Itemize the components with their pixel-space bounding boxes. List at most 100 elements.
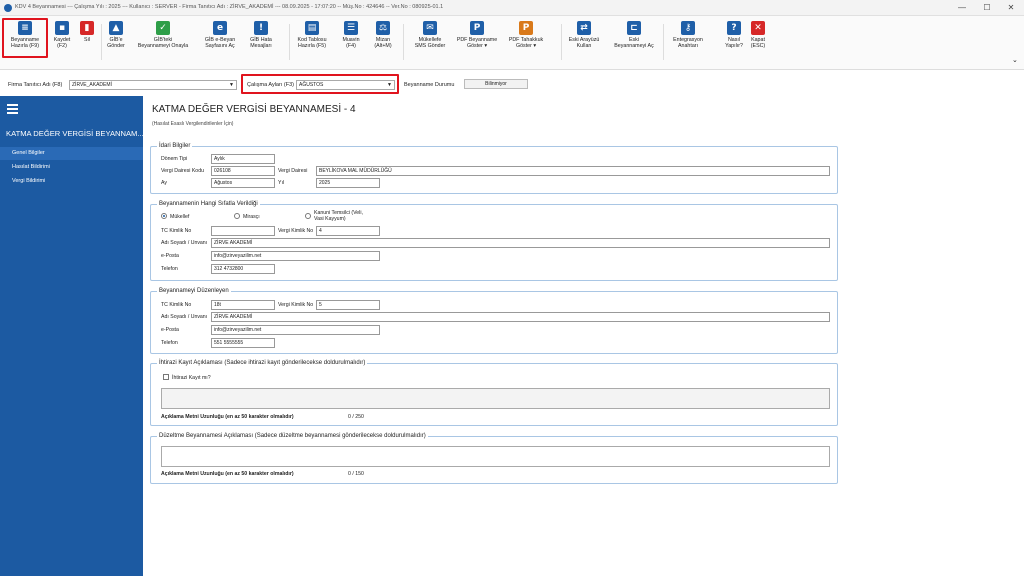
ribbon-button-label: Entegrasyon Anahtarı xyxy=(673,37,703,50)
ay-field[interactable]: Ağustos xyxy=(211,178,275,188)
pdf-icon: P xyxy=(470,21,484,35)
pdf-button[interactable]: P PDF Beyanname Göster ▾ xyxy=(454,19,500,65)
ribbon-button-label: PDF Beyanname Göster ▾ xyxy=(456,37,498,50)
ad-field[interactable]: ZİRVE AKADEMİ xyxy=(211,312,830,322)
mukellef-radio[interactable] xyxy=(161,213,167,219)
ribbon-button-label: Eski Beyannameyi Aç xyxy=(614,37,654,50)
duzenleyen-group: Beyannameyi Düzenleyen TC Kimlik No 18t … xyxy=(150,288,838,354)
sidebar-item-hasilat-bildirimi[interactable]: Hasılat Bildirimi xyxy=(0,161,143,174)
close-red-icon: ✕ xyxy=(751,21,765,35)
ribbon-toolbar: ⌄ ≡ Beyanname Hazırla (F9) ▪ Kaydet (F2) ▮ Si… xyxy=(0,16,1024,70)
pdf-orange-button[interactable]: P PDF Tahakkuk Göster ▾ xyxy=(503,19,549,65)
group-title: İhtirazi Kayıt Açıklaması (Sadece ihtira… xyxy=(157,360,368,366)
calisma-label: Çalışma Ayları (F3) xyxy=(247,82,294,88)
open-old-button[interactable]: ⊏ Eski Beyannameyi Aç xyxy=(611,19,657,65)
maximize-button[interactable]: ☐ xyxy=(977,2,997,14)
delete-button[interactable]: ▮ Sil xyxy=(78,19,96,65)
minimize-button[interactable]: — xyxy=(952,2,972,14)
vergi-dairesi-field[interactable]: BEYLİKOVA MAL MÜDÜRLÜĞÜ xyxy=(316,166,830,176)
vd-kodu-field[interactable]: 026108 xyxy=(211,166,275,176)
ihtirazi-kayit-group: İhtirazi Kayıt Açıklaması (Sadece ihtira… xyxy=(150,360,838,426)
ribbon-button-label: Sil xyxy=(84,37,90,43)
sidebar-item-vergi-bildirimi[interactable]: Vergi Bildirimi xyxy=(0,175,143,188)
ihtirazi-aciklama-textarea[interactable] xyxy=(161,388,830,409)
list-icon: ☰ xyxy=(344,21,358,35)
vd-label: Vergi Dairesi xyxy=(278,168,308,174)
donem-tipi-field[interactable]: Aylık xyxy=(211,154,275,164)
divider xyxy=(289,24,290,60)
ribbon-button-label: Mükellefe SMS Gönder xyxy=(414,37,446,50)
sms-icon: ✉ xyxy=(423,21,437,35)
kanuni-temsilci-label: Kanuni Temsilci (Veli, Vasi Kayyum) xyxy=(314,210,363,222)
cloud-upload-button[interactable]: ▲ GİB'e Gönder xyxy=(103,19,129,65)
ad-label: Adı Soyadı / Unvanı xyxy=(161,314,208,320)
sidebar-item-genel-bilgiler[interactable]: Genel Bilgiler xyxy=(0,147,143,160)
sms-button[interactable]: ✉ Mükellefe SMS Gönder xyxy=(411,19,449,65)
chevron-down-icon: ▼ xyxy=(229,82,234,88)
scale-button[interactable]: ⚖ Mizan (Alt+M) xyxy=(368,19,398,65)
group-title: Beyannamenin Hangi Sıfatla Verildiği xyxy=(157,201,260,207)
key-button[interactable]: ⚷ Entegrasyon Anahtarı xyxy=(665,19,711,65)
close-window-button[interactable]: ✕ xyxy=(1001,2,1021,14)
sidebar-title: KATMA DEĞER VERGİSİ BEYANNAM... xyxy=(6,129,144,138)
vkn-field[interactable]: 4 xyxy=(316,226,380,236)
donem-tipi-label: Dönem Tipi xyxy=(161,156,188,162)
ihtirazi-kayit-label: İhtirazi Kayıt mı? xyxy=(172,375,211,381)
mirasci-radio[interactable] xyxy=(234,213,240,219)
ribbon-button-label: PDF Tahakkuk Göster ▾ xyxy=(508,37,544,50)
eposta-label: e-Posta xyxy=(161,253,179,259)
telefon-field[interactable]: 551 5555555 xyxy=(211,338,275,348)
duzeltme-aciklama-textarea[interactable] xyxy=(161,446,830,467)
aciklama-uzunluk-counter: 0 / 150 xyxy=(348,471,364,477)
ihtirazi-kayit-checkbox[interactable] xyxy=(163,374,169,380)
vkn-field[interactable]: 5 xyxy=(316,300,380,310)
close-red-button[interactable]: ✕ Kapat (ESC) xyxy=(747,19,769,65)
durum-label: Beyanname Durumu xyxy=(404,82,455,88)
kanuni-temsilci-radio[interactable] xyxy=(305,213,311,219)
tc-field[interactable] xyxy=(211,226,275,236)
status-badge: Bilinmiyor xyxy=(464,79,528,89)
yil-field[interactable]: 2025 xyxy=(316,178,380,188)
ribbon-button-label: GİB Hata Mesajları xyxy=(250,37,272,50)
ribbon-button-label: Mizan (Alt+M) xyxy=(374,37,392,50)
telefon-field[interactable]: 312 4732800 xyxy=(211,264,275,274)
scale-icon: ⚖ xyxy=(376,21,390,35)
cloud-check-button[interactable]: ✓ GİB'teki Beyannameyi Onayla xyxy=(135,19,191,65)
idari-bilgiler-group: İdari Bilgiler Dönem Tipi Aylık Vergi Da… xyxy=(150,143,838,194)
divider xyxy=(561,24,562,60)
warning-button[interactable]: ! GİB Hata Mesajları xyxy=(241,19,281,65)
ie-browser-button[interactable]: e GİB e-Beyan Sayfasını Aç xyxy=(200,19,240,65)
help-icon: ? xyxy=(727,21,741,35)
save-button[interactable]: ▪ Kaydet (F2) xyxy=(49,19,75,65)
help-button[interactable]: ? Nasıl Yapılır? xyxy=(723,19,745,65)
ribbon-expand-icon[interactable]: ⌄ xyxy=(1012,56,1018,64)
chevron-down-icon: ▼ xyxy=(387,82,392,88)
ribbon-button-label: Kapat (ESC) xyxy=(750,37,766,50)
ie-browser-icon: e xyxy=(213,21,227,35)
tc-field[interactable]: 18t xyxy=(211,300,275,310)
eposta-field[interactable]: info@zirveyazilim.net xyxy=(211,325,380,335)
form-button[interactable]: ≡ Beyanname Hazırla (F9) xyxy=(4,19,46,65)
ad-field[interactable]: ZİRVE AKADEMİ xyxy=(211,238,830,248)
hamburger-icon[interactable] xyxy=(7,104,18,116)
firma-select[interactable]: ZİRVE_AKADEMİ ▼ xyxy=(69,80,237,90)
eposta-label: e-Posta xyxy=(161,327,179,333)
tc-label: TC Kimlik No xyxy=(161,228,192,234)
vkn-label: Vergi Kimlik No xyxy=(278,228,314,234)
table-code-icon: ▤ xyxy=(305,21,319,35)
key-icon: ⚷ xyxy=(681,21,695,35)
eposta-field[interactable]: info@zirveyazilim.net xyxy=(211,251,380,261)
ribbon-button-label: Eski Arayüzü Kullan xyxy=(568,37,600,50)
pdf-orange-icon: P xyxy=(519,21,533,35)
mukellef-label: Mükellef xyxy=(170,214,190,220)
calisma-ay-select[interactable]: AĞUSTOS ▼ xyxy=(296,80,395,90)
ribbon-button-label: Nasıl Yapılır? xyxy=(725,37,743,50)
table-code-button[interactable]: ▤ Kod Tablosu Hazırla (F5) xyxy=(292,19,332,65)
title-bar: KDV 4 Beyannamesi --- Çalışma Yılı : 202… xyxy=(0,0,1024,16)
list-button[interactable]: ☰ Muavin (F4) xyxy=(339,19,363,65)
main-content: KATMA DEĞER VERGİSİ BEYANNAMESİ - 4 (Has… xyxy=(143,96,1024,576)
vkn-label: Vergi Kimlik No xyxy=(278,302,314,308)
switch-button[interactable]: ⇄ Eski Arayüzü Kullan xyxy=(563,19,605,65)
page-title: KATMA DEĞER VERGİSİ BEYANNAMESİ - 4 xyxy=(152,104,356,115)
duzeltme-group: Düzeltme Beyannamesi Açıklaması (Sadece … xyxy=(150,433,838,484)
